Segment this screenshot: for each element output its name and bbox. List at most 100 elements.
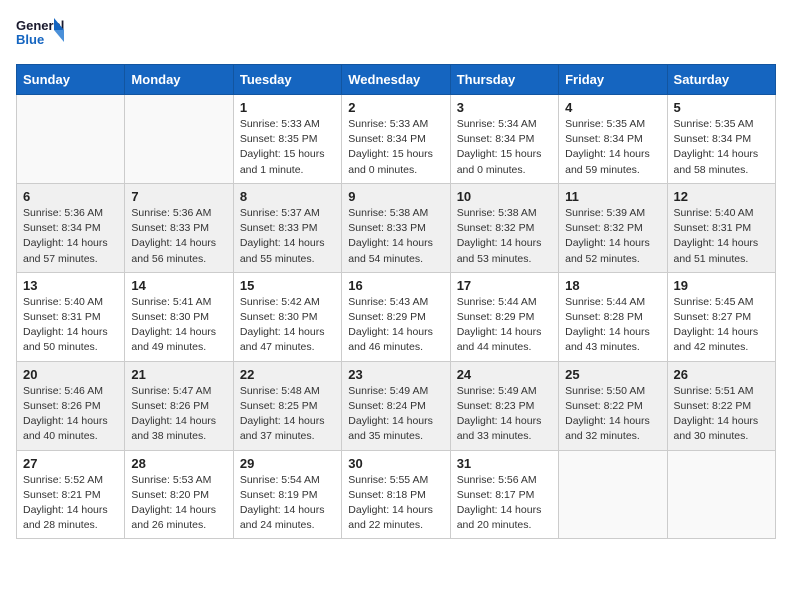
calendar-cell: 17 Sunrise: 5:44 AMSunset: 8:29 PMDayligh… <box>450 272 558 361</box>
day-info: Sunrise: 5:40 AMSunset: 8:31 PMDaylight:… <box>674 206 769 267</box>
day-info: Sunrise: 5:47 AMSunset: 8:26 PMDaylight:… <box>131 384 226 445</box>
day-info: Sunrise: 5:51 AMSunset: 8:22 PMDaylight:… <box>674 384 769 445</box>
day-number: 6 <box>23 189 118 204</box>
calendar-cell: 2 Sunrise: 5:33 AMSunset: 8:34 PMDaylight… <box>342 95 450 184</box>
day-number: 19 <box>674 278 769 293</box>
calendar-cell: 12Sunrise: 5:40 AMSunset: 8:31 PMDayligh… <box>667 183 775 272</box>
calendar-cell: 28 Sunrise: 5:53 AMSunset: 8:20 PMDayligh… <box>125 450 233 539</box>
calendar-cell: 26 Sunrise: 5:51 AMSunset: 8:22 PMDayligh… <box>667 361 775 450</box>
calendar-cell <box>667 450 775 539</box>
day-number: 22 <box>240 367 335 382</box>
day-number: 8 <box>240 189 335 204</box>
day-info: Sunrise: 5:38 AMSunset: 8:33 PMDaylight:… <box>348 206 443 267</box>
day-number: 23 <box>348 367 443 382</box>
logo-icon: General Blue <box>16 16 64 52</box>
calendar-cell: 3Sunrise: 5:34 AMSunset: 8:34 PMDaylight… <box>450 95 558 184</box>
day-info: Sunrise: 5:38 AMSunset: 8:32 PMDaylight:… <box>457 206 552 267</box>
day-info: Sunrise: 5:55 AMSunset: 8:18 PMDaylight:… <box>348 473 443 534</box>
calendar-cell: 16 Sunrise: 5:43 AMSunset: 8:29 PMDayligh… <box>342 272 450 361</box>
day-info: Sunrise: 5:36 AMSunset: 8:33 PMDaylight:… <box>131 206 226 267</box>
calendar-cell: 14 Sunrise: 5:41 AMSunset: 8:30 PMDayligh… <box>125 272 233 361</box>
calendar-header-wednesday: Wednesday <box>342 65 450 95</box>
day-number: 14 <box>131 278 226 293</box>
calendar-cell: 23 Sunrise: 5:49 AMSunset: 8:24 PMDayligh… <box>342 361 450 450</box>
day-number: 30 <box>348 456 443 471</box>
day-info: Sunrise: 5:34 AMSunset: 8:34 PMDaylight:… <box>457 117 552 178</box>
day-info: Sunrise: 5:56 AMSunset: 8:17 PMDaylight:… <box>457 473 552 534</box>
calendar-cell: 4 Sunrise: 5:35 AMSunset: 8:34 PMDaylight… <box>559 95 667 184</box>
calendar-header-tuesday: Tuesday <box>233 65 341 95</box>
day-info: Sunrise: 5:50 AMSunset: 8:22 PMDaylight:… <box>565 384 660 445</box>
day-info: Sunrise: 5:44 AMSunset: 8:28 PMDaylight:… <box>565 295 660 356</box>
day-number: 29 <box>240 456 335 471</box>
calendar-table: SundayMondayTuesdayWednesdayThursdayFrid… <box>16 64 776 539</box>
day-info: Sunrise: 5:46 AMSunset: 8:26 PMDaylight:… <box>23 384 118 445</box>
day-number: 28 <box>131 456 226 471</box>
day-number: 2 <box>348 100 443 115</box>
day-info: Sunrise: 5:49 AMSunset: 8:23 PMDaylight:… <box>457 384 552 445</box>
day-info: Sunrise: 5:42 AMSunset: 8:30 PMDaylight:… <box>240 295 335 356</box>
day-number: 10 <box>457 189 552 204</box>
day-info: Sunrise: 5:54 AMSunset: 8:19 PMDaylight:… <box>240 473 335 534</box>
calendar-header-row: SundayMondayTuesdayWednesdayThursdayFrid… <box>17 65 776 95</box>
day-info: Sunrise: 5:33 AMSunset: 8:34 PMDaylight:… <box>348 117 443 178</box>
calendar-week-row: 6 Sunrise: 5:36 AMSunset: 8:34 PMDaylight… <box>17 183 776 272</box>
day-number: 16 <box>348 278 443 293</box>
calendar-week-row: 13Sunrise: 5:40 AMSunset: 8:31 PMDayligh… <box>17 272 776 361</box>
day-info: Sunrise: 5:40 AMSunset: 8:31 PMDaylight:… <box>23 295 118 356</box>
calendar-cell <box>125 95 233 184</box>
day-number: 24 <box>457 367 552 382</box>
day-number: 7 <box>131 189 226 204</box>
calendar-cell: 29 Sunrise: 5:54 AMSunset: 8:19 PMDayligh… <box>233 450 341 539</box>
calendar-cell <box>559 450 667 539</box>
calendar-cell: 25 Sunrise: 5:50 AMSunset: 8:22 PMDayligh… <box>559 361 667 450</box>
svg-text:Blue: Blue <box>16 32 44 47</box>
calendar-week-row: 1 Sunrise: 5:33 AMSunset: 8:35 PMDaylight… <box>17 95 776 184</box>
calendar-header-sunday: Sunday <box>17 65 125 95</box>
calendar-header-friday: Friday <box>559 65 667 95</box>
calendar-cell: 7 Sunrise: 5:36 AMSunset: 8:33 PMDaylight… <box>125 183 233 272</box>
day-number: 31 <box>457 456 552 471</box>
calendar-cell: 10 Sunrise: 5:38 AMSunset: 8:32 PMDayligh… <box>450 183 558 272</box>
day-info: Sunrise: 5:37 AMSunset: 8:33 PMDaylight:… <box>240 206 335 267</box>
day-info: Sunrise: 5:53 AMSunset: 8:20 PMDaylight:… <box>131 473 226 534</box>
day-info: Sunrise: 5:41 AMSunset: 8:30 PMDaylight:… <box>131 295 226 356</box>
day-number: 1 <box>240 100 335 115</box>
calendar-cell: 30 Sunrise: 5:55 AMSunset: 8:18 PMDayligh… <box>342 450 450 539</box>
day-info: Sunrise: 5:35 AMSunset: 8:34 PMDaylight:… <box>565 117 660 178</box>
calendar-cell: 18 Sunrise: 5:44 AMSunset: 8:28 PMDayligh… <box>559 272 667 361</box>
day-number: 17 <box>457 278 552 293</box>
logo: General Blue <box>16 16 64 52</box>
day-info: Sunrise: 5:43 AMSunset: 8:29 PMDaylight:… <box>348 295 443 356</box>
day-info: Sunrise: 5:39 AMSunset: 8:32 PMDaylight:… <box>565 206 660 267</box>
day-info: Sunrise: 5:36 AMSunset: 8:34 PMDaylight:… <box>23 206 118 267</box>
day-info: Sunrise: 5:48 AMSunset: 8:25 PMDaylight:… <box>240 384 335 445</box>
calendar-cell: 6 Sunrise: 5:36 AMSunset: 8:34 PMDaylight… <box>17 183 125 272</box>
day-number: 20 <box>23 367 118 382</box>
calendar-cell: 19 Sunrise: 5:45 AMSunset: 8:27 PMDayligh… <box>667 272 775 361</box>
calendar-cell <box>17 95 125 184</box>
calendar-cell: 15 Sunrise: 5:42 AMSunset: 8:30 PMDayligh… <box>233 272 341 361</box>
calendar-week-row: 27 Sunrise: 5:52 AMSunset: 8:21 PMDayligh… <box>17 450 776 539</box>
calendar-cell: 8 Sunrise: 5:37 AMSunset: 8:33 PMDaylight… <box>233 183 341 272</box>
day-number: 26 <box>674 367 769 382</box>
day-info: Sunrise: 5:52 AMSunset: 8:21 PMDaylight:… <box>23 473 118 534</box>
day-info: Sunrise: 5:33 AMSunset: 8:35 PMDaylight:… <box>240 117 335 178</box>
day-number: 15 <box>240 278 335 293</box>
calendar-cell: 24 Sunrise: 5:49 AMSunset: 8:23 PMDayligh… <box>450 361 558 450</box>
day-number: 25 <box>565 367 660 382</box>
day-number: 9 <box>348 189 443 204</box>
day-number: 5 <box>674 100 769 115</box>
day-number: 27 <box>23 456 118 471</box>
calendar-cell: 31 Sunrise: 5:56 AMSunset: 8:17 PMDayligh… <box>450 450 558 539</box>
day-number: 4 <box>565 100 660 115</box>
day-number: 18 <box>565 278 660 293</box>
day-number: 21 <box>131 367 226 382</box>
day-info: Sunrise: 5:49 AMSunset: 8:24 PMDaylight:… <box>348 384 443 445</box>
calendar-cell: 13Sunrise: 5:40 AMSunset: 8:31 PMDayligh… <box>17 272 125 361</box>
calendar-header-saturday: Saturday <box>667 65 775 95</box>
calendar-header-thursday: Thursday <box>450 65 558 95</box>
day-info: Sunrise: 5:44 AMSunset: 8:29 PMDaylight:… <box>457 295 552 356</box>
calendar-cell: 20 Sunrise: 5:46 AMSunset: 8:26 PMDayligh… <box>17 361 125 450</box>
day-info: Sunrise: 5:45 AMSunset: 8:27 PMDaylight:… <box>674 295 769 356</box>
